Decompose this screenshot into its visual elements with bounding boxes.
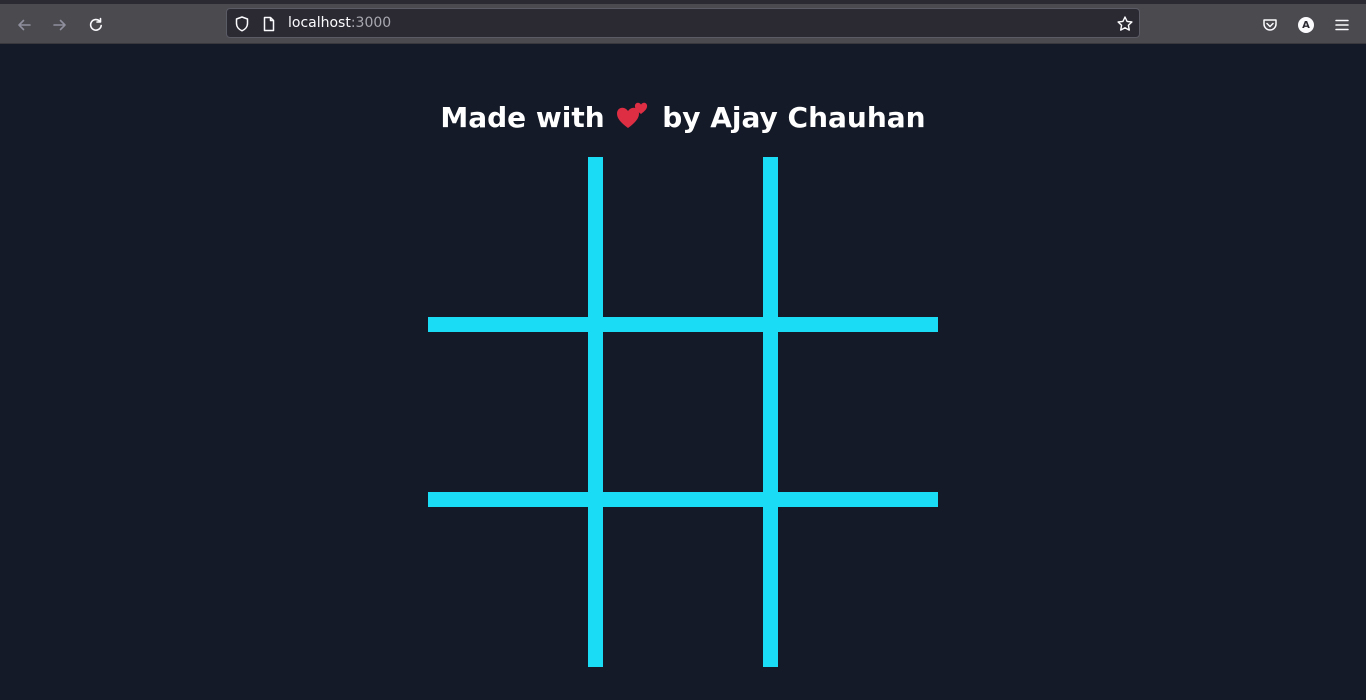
page-icon	[263, 16, 275, 32]
reload-button[interactable]	[81, 10, 111, 40]
board-cell-4[interactable]	[428, 332, 588, 492]
url-text[interactable]: localhost:3000	[288, 15, 391, 31]
board-cell-3[interactable]	[778, 157, 938, 317]
board-cell-7[interactable]	[428, 507, 588, 667]
title-made-with: Made with	[440, 101, 605, 134]
arrow-left-icon	[18, 19, 31, 31]
grid-line-horizontal-2	[428, 492, 938, 507]
board-cell-5[interactable]	[603, 332, 763, 492]
board-cell-9[interactable]	[778, 507, 938, 667]
back-button[interactable]	[9, 10, 39, 40]
account-button[interactable]: A	[1291, 10, 1321, 40]
url-bar[interactable]: localhost:3000	[226, 8, 1140, 38]
browser-toolbar: localhost:3000 A	[0, 0, 1366, 44]
url-host: localhost	[288, 15, 351, 31]
forward-button[interactable]	[45, 10, 75, 40]
board-cell-2[interactable]	[603, 157, 763, 317]
page-title: Made with by Ajay Chauhan	[0, 98, 1366, 138]
account-avatar: A	[1298, 17, 1314, 33]
shield-icon[interactable]	[233, 15, 251, 33]
grid-line-horizontal-1	[428, 317, 938, 332]
tic-tac-toe-board	[428, 157, 938, 667]
page-content: Made with by Ajay Chauhan	[0, 44, 1366, 700]
grid-line-vertical-2	[763, 157, 778, 667]
bookmark-star-icon[interactable]	[1116, 15, 1134, 33]
title-author: by Ajay Chauhan	[662, 101, 926, 134]
hamburger-menu-icon	[1335, 19, 1349, 31]
board-cell-1[interactable]	[428, 157, 588, 317]
two-hearts-icon	[617, 102, 648, 128]
url-port: :3000	[350, 15, 392, 31]
board-cell-6[interactable]	[778, 332, 938, 492]
menu-button[interactable]	[1327, 10, 1357, 40]
reload-icon	[89, 17, 102, 31]
pocket-button[interactable]	[1255, 10, 1285, 40]
grid-line-vertical-1	[588, 157, 603, 667]
pocket-icon	[1263, 19, 1277, 31]
board-cell-8[interactable]	[603, 507, 763, 667]
arrow-right-icon	[53, 19, 66, 31]
